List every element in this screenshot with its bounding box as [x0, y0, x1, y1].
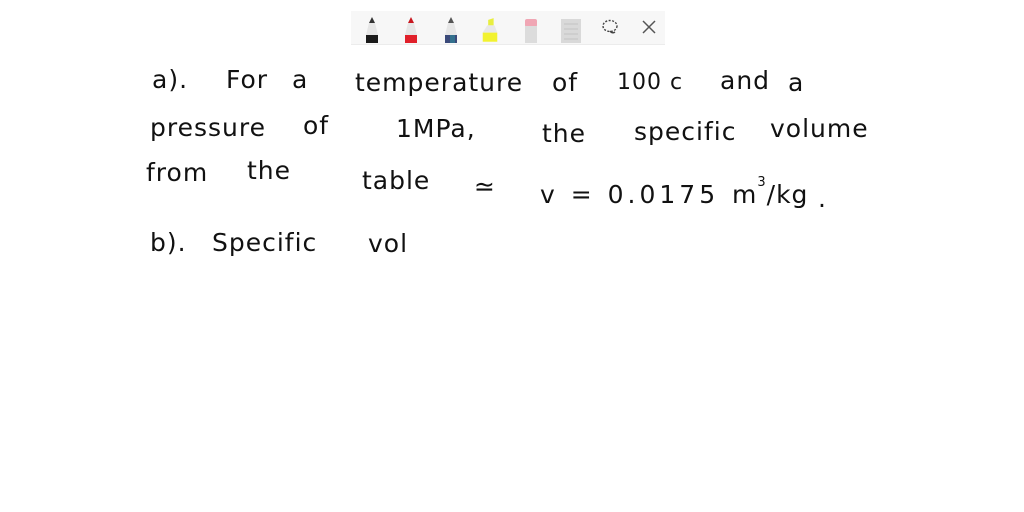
lasso-icon — [602, 19, 618, 34]
note-word: table — [362, 166, 431, 195]
note-word: a — [292, 65, 309, 94]
note-word: volume — [770, 114, 869, 143]
part-a-label: a). — [152, 65, 189, 94]
temperature-value: 100 c — [617, 70, 684, 95]
note-word: the — [247, 156, 292, 185]
ink-toolbar — [351, 11, 665, 45]
highlighter-icon — [482, 18, 498, 42]
note-word: vol — [368, 229, 409, 258]
part-b-label: b). — [150, 228, 187, 257]
red-pen-icon — [405, 17, 417, 43]
ruler-icon — [561, 19, 581, 43]
close-toolbar-button[interactable] — [639, 17, 659, 37]
eraser-tool[interactable] — [521, 15, 541, 43]
lasso-select-button[interactable] — [600, 17, 620, 37]
note-word: specific — [634, 117, 737, 146]
ink-canvas[interactable]: a). For a temperature of 100 c and a pre… — [0, 50, 1024, 512]
note-word: temperature — [355, 68, 524, 97]
unit-per-kg: /kg — [766, 180, 809, 209]
blue-pen-icon — [445, 17, 457, 43]
unit-exponent: 3 — [757, 174, 767, 190]
red-pen-tool[interactable] — [401, 15, 421, 43]
note-word: For — [226, 65, 269, 94]
note-word: of — [303, 111, 330, 140]
note-word: of — [552, 68, 579, 97]
note-word: Specific — [212, 228, 318, 257]
eraser-icon — [525, 19, 537, 43]
approx-symbol: ≃ — [474, 172, 496, 201]
black-pen-tool[interactable] — [362, 15, 382, 43]
pressure-value: 1MPa, — [396, 114, 476, 143]
note-word: a — [788, 68, 805, 97]
black-pen-icon — [366, 17, 378, 43]
note-word: and — [720, 66, 771, 95]
note-word: from — [146, 158, 209, 187]
unit-m: m — [732, 180, 758, 209]
yellow-highlighter-tool[interactable] — [480, 15, 500, 43]
period: . — [818, 184, 827, 213]
note-word: pressure — [150, 113, 266, 142]
close-icon — [642, 20, 656, 34]
note-word: the — [542, 119, 587, 148]
specific-volume-unit: m3/kg — [732, 176, 809, 209]
ruler-tool[interactable] — [559, 15, 583, 43]
blue-pen-tool[interactable] — [441, 15, 461, 43]
specific-volume-value: v = 0.0175 — [540, 180, 720, 209]
